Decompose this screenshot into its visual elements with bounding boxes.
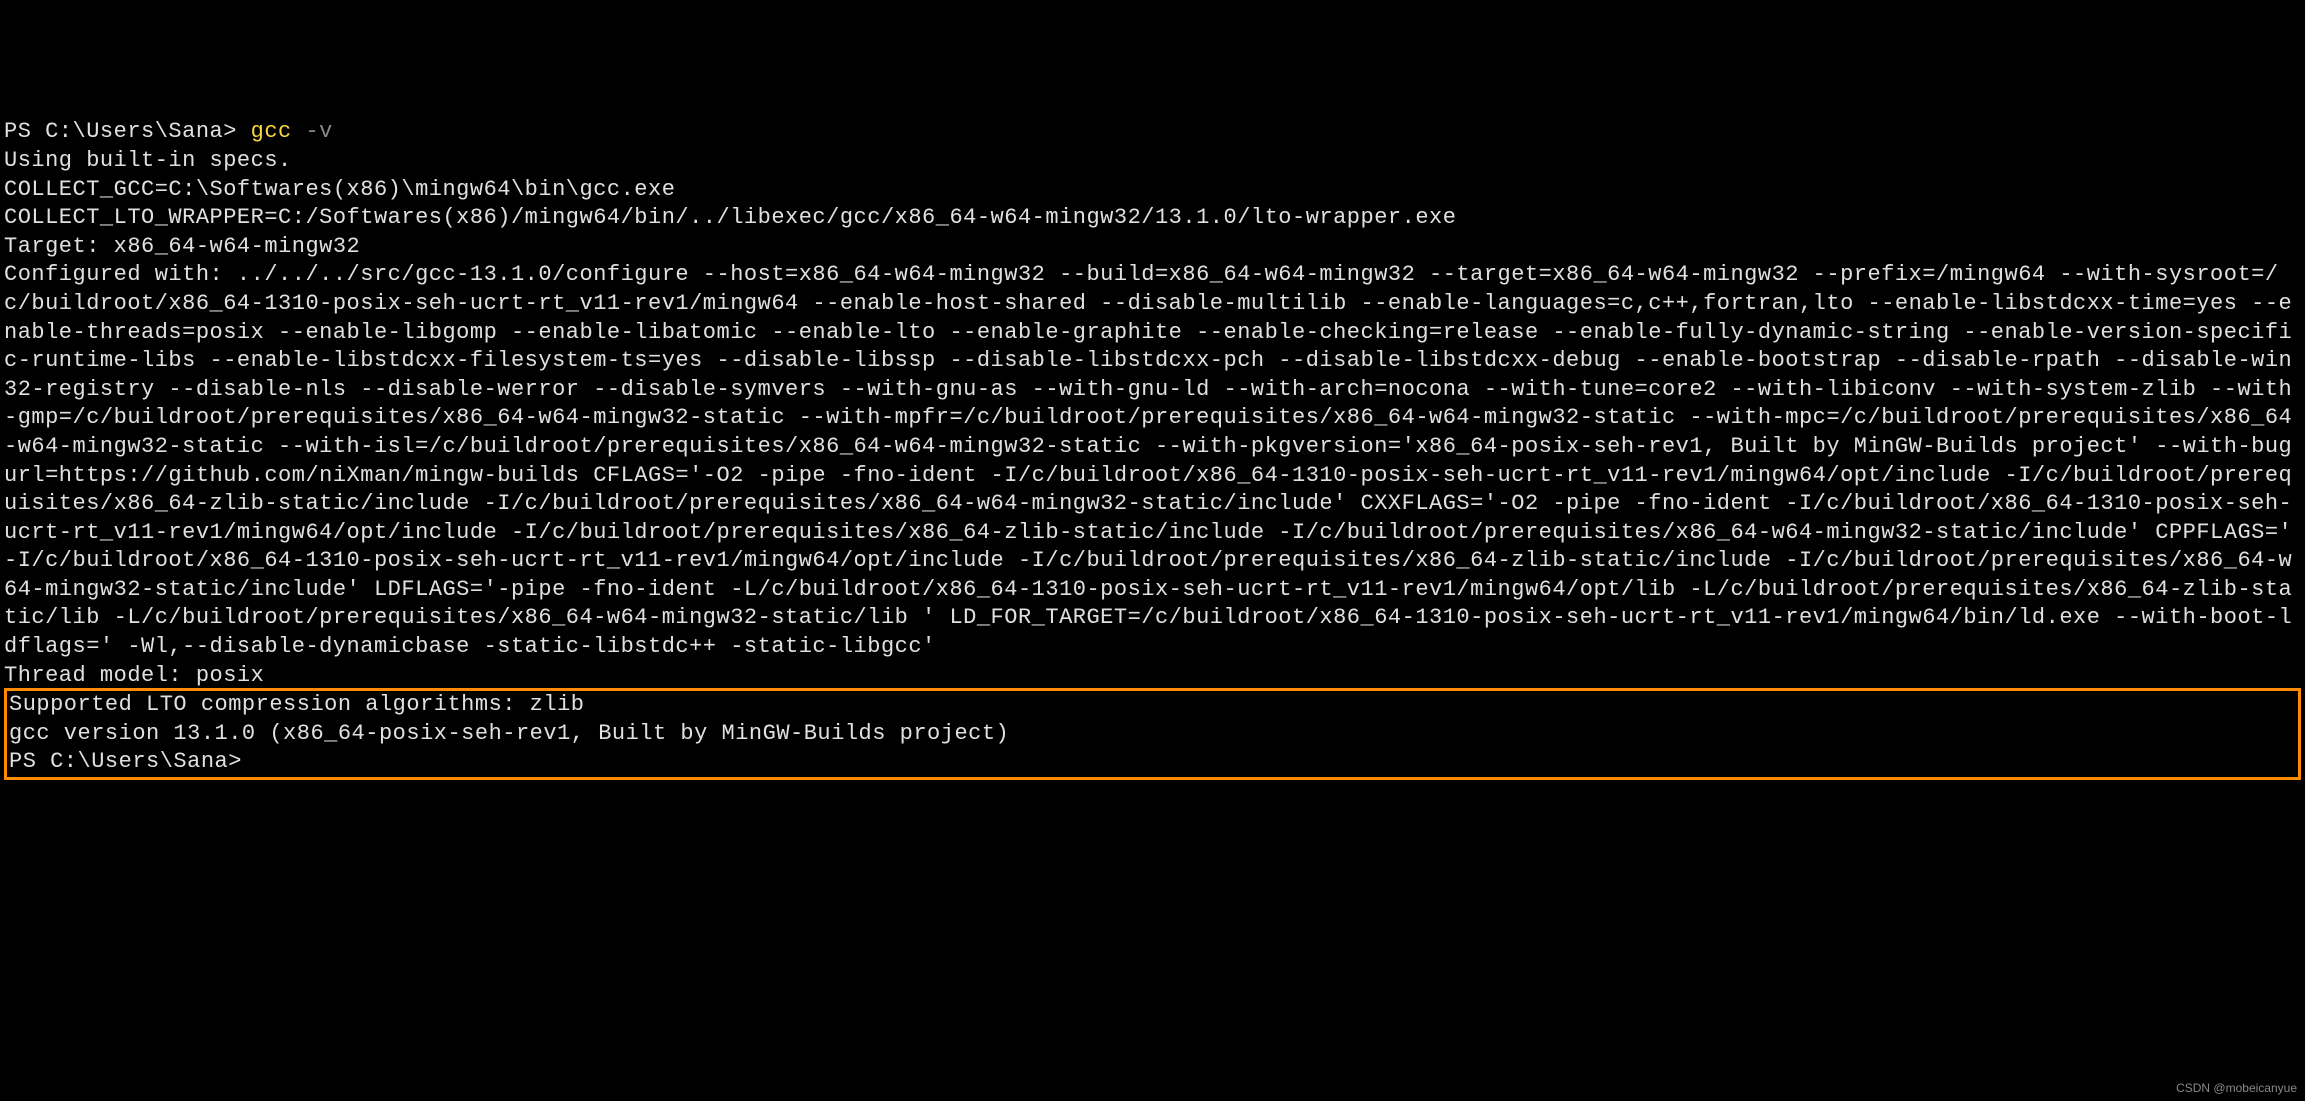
output-lto-compression: Supported LTO compression algorithms: zl…: [9, 692, 585, 717]
prompt-path: C:\Users\Sana>: [45, 119, 251, 144]
prompt-ps-2: PS: [9, 749, 50, 774]
output-collect-gcc: COLLECT_GCC=C:\Softwares(x86)\mingw64\bi…: [4, 177, 675, 202]
output-target: Target: x86_64-w64-mingw32: [4, 234, 360, 259]
command-flag: -v: [305, 119, 332, 144]
highlight-annotation: Supported LTO compression algorithms: zl…: [4, 688, 2301, 780]
output-gcc-version: gcc version 13.1.0 (x86_64-posix-seh-rev…: [9, 721, 1023, 746]
command-gcc: gcc: [251, 119, 292, 144]
watermark: CSDN @mobeicanyue: [2176, 1081, 2297, 1097]
terminal-output[interactable]: PS C:\Users\Sana> gcc -v Using built-in …: [4, 118, 2301, 780]
prompt-path-2: C:\Users\Sana>: [50, 749, 242, 774]
output-thread-model: Thread model: posix: [4, 663, 264, 688]
output-collect-lto: COLLECT_LTO_WRAPPER=C:/Softwares(x86)/mi…: [4, 205, 1456, 230]
output-specs: Using built-in specs.: [4, 148, 292, 173]
command-space: [292, 119, 306, 144]
output-configured: Configured with: ../../../src/gcc-13.1.0…: [4, 262, 2305, 659]
prompt-ps: PS: [4, 119, 45, 144]
